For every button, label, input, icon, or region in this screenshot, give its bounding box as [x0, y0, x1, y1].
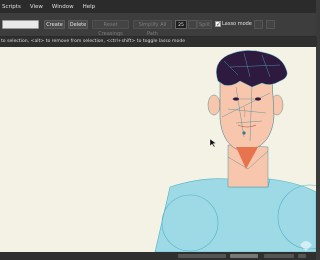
delete-button[interactable]: Delete [68, 20, 88, 29]
status-icon[interactable] [298, 254, 306, 258]
dropdown-arrow-icon[interactable] [188, 20, 197, 29]
name-input[interactable] [2, 20, 39, 29]
grid-tool-icon[interactable] [266, 20, 275, 29]
lasso-mode-checkbox[interactable]: ✓ [215, 21, 221, 28]
tool-options-bar: Create Delete Reset Creasings Simplify A… [0, 13, 316, 37]
left-ear [207, 94, 221, 116]
lasso-mode-label: Lasso mode [222, 21, 252, 27]
canvas-viewport[interactable] [0, 47, 316, 252]
simplify-amount-field[interactable]: 25 [175, 20, 187, 29]
menu-window[interactable]: Window [52, 4, 74, 10]
hint-bar: to selection, <alt> to remove from selec… [0, 37, 317, 47]
menu-help[interactable]: Help [83, 4, 96, 10]
shirt [154, 178, 316, 252]
arrow-cursor-icon [209, 138, 217, 148]
create-button[interactable]: Create [44, 20, 65, 29]
menu-view[interactable]: View [30, 4, 43, 10]
status-slider[interactable] [178, 254, 226, 258]
status-field[interactable] [264, 254, 294, 258]
reset-creasings-button[interactable]: Reset Creasings [92, 20, 129, 37]
menu-scripts[interactable]: Scripts [2, 4, 21, 10]
split-button[interactable]: Split [197, 20, 212, 29]
character-illustration [154, 50, 316, 252]
right-eye [255, 97, 261, 101]
mesh-tool-icon[interactable] [254, 20, 263, 29]
left-eye [233, 97, 239, 101]
hair [216, 50, 288, 88]
zoom-field[interactable] [230, 254, 258, 258]
status-bar [0, 252, 316, 260]
simplify-all-path-button[interactable]: Simplify All Path [133, 20, 172, 37]
menu-bar: Scripts View Window Help [0, 0, 316, 13]
